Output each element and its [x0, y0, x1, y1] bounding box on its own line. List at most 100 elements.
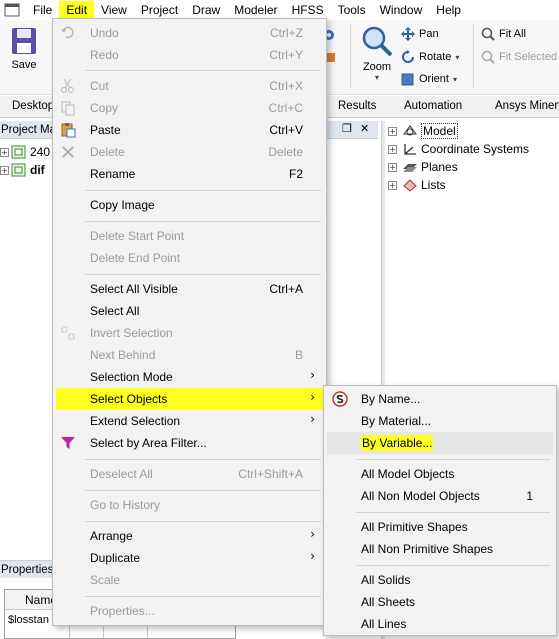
- select-objects-submenu: By Name... By Material... By Variable...…: [323, 385, 557, 636]
- expand-icon[interactable]: +: [388, 162, 397, 172]
- expand-icon[interactable]: +: [0, 165, 9, 175]
- menu-view[interactable]: View: [94, 1, 134, 19]
- tab-desktop[interactable]: Desktop: [12, 100, 54, 112]
- copy-icon: [61, 101, 75, 116]
- expand-icon[interactable]: +: [388, 126, 397, 136]
- menu-item-shortcut: Ctrl+Z: [270, 26, 303, 40]
- menu-item-select-all[interactable]: Select All: [56, 300, 323, 322]
- menu-item-select-all-visible[interactable]: Select All Visible Ctrl+A: [56, 278, 323, 300]
- model-tree-item-coordinate-systems[interactable]: + Coordinate Systems: [388, 140, 529, 158]
- menu-item-shortcut: Delete: [268, 145, 303, 159]
- menu-item-delete-end-point[interactable]: Delete End Point: [56, 247, 323, 269]
- menu-separator: [85, 221, 321, 222]
- rotate-button[interactable]: Rotate ▾: [401, 50, 459, 64]
- menu-item-go-to-history[interactable]: Go to History: [56, 494, 323, 516]
- fit-all-button[interactable]: Fit All: [481, 27, 526, 41]
- menu-item-undo[interactable]: Undo Ctrl+Z: [56, 22, 323, 44]
- app-system-icon[interactable]: [4, 3, 20, 17]
- zoom-button[interactable]: Zoom ▾: [358, 24, 396, 82]
- menu-item-delete-start-point[interactable]: Delete Start Point: [56, 225, 323, 247]
- save-button[interactable]: Save: [6, 26, 42, 71]
- tab-results[interactable]: Results: [338, 100, 376, 112]
- submenu-item-label: All Primitive Shapes: [361, 520, 468, 534]
- submenu-item-by-material[interactable]: By Material...: [327, 410, 553, 432]
- project-manager-title: Project Ma: [0, 121, 56, 139]
- menu-item-shortcut: Ctrl+Y: [269, 48, 303, 62]
- submenu-item-all-primitive-shapes[interactable]: All Primitive Shapes: [327, 516, 553, 538]
- menu-modeler[interactable]: Modeler: [227, 1, 284, 19]
- menu-item-redo[interactable]: Redo Ctrl+Y: [56, 44, 323, 66]
- model-tree-label: Model: [421, 123, 458, 139]
- menu-item-cut[interactable]: Cut Ctrl+X: [56, 75, 323, 97]
- properties-panel-title: Properties: [0, 560, 56, 578]
- menu-item-label: Select All Visible: [90, 282, 178, 296]
- menu-separator: [85, 459, 321, 460]
- submenu-item-all-sheets[interactable]: All Sheets: [327, 591, 553, 613]
- menu-item-select-by-area-filter[interactable]: Select by Area Filter...: [56, 432, 323, 454]
- model-tree-item-planes[interactable]: + Planes: [388, 158, 458, 176]
- submenu-item-by-variable[interactable]: By Variable...: [327, 432, 553, 454]
- expand-icon[interactable]: +: [0, 147, 9, 157]
- menu-item-copy-image[interactable]: Copy Image: [56, 194, 323, 216]
- magnifier-icon: [362, 26, 393, 57]
- menu-item-properties[interactable]: Properties...: [56, 600, 323, 622]
- tab-automation[interactable]: Automation: [404, 100, 462, 112]
- expand-icon[interactable]: +: [388, 144, 397, 154]
- menu-item-label: Scale: [90, 573, 121, 587]
- submenu-item-by-name[interactable]: By Name...: [327, 388, 553, 410]
- project-tree-item[interactable]: + dif: [0, 161, 45, 179]
- menu-separator: [356, 459, 550, 460]
- menu-item-delete[interactable]: Delete Delete: [56, 141, 323, 163]
- menu-item-duplicate[interactable]: Duplicate ›: [56, 547, 323, 569]
- menu-hfss[interactable]: HFSS: [285, 1, 331, 19]
- project-tree-item[interactable]: + 240: [0, 143, 50, 161]
- submenu-item-label: By Variable...: [361, 435, 434, 451]
- menu-item-selection-mode[interactable]: Selection Mode ›: [56, 366, 323, 388]
- pin-icon[interactable]: ❐: [342, 122, 352, 135]
- property-name-cell[interactable]: $losstan: [8, 614, 49, 626]
- menu-tools[interactable]: Tools: [331, 1, 373, 19]
- menu-edit[interactable]: Edit: [59, 1, 95, 19]
- menu-item-deselect-all[interactable]: Deselect All Ctrl+Shift+A: [56, 463, 323, 485]
- menu-item-next-behind[interactable]: Next Behind B: [56, 344, 323, 366]
- model-tree-label: Coordinate Systems: [421, 142, 530, 156]
- submenu-item-all-non-model-objects[interactable]: All Non Model Objects 1: [327, 485, 553, 507]
- edit-menu-dropdown: Undo Ctrl+Z Redo Ctrl+Y Cut Ctrl+X Copy …: [52, 18, 327, 626]
- fit-all-label: Fit All: [499, 28, 526, 40]
- fit-selected-icon: [481, 50, 495, 64]
- menu-item-paste[interactable]: Paste Ctrl+V: [56, 119, 323, 141]
- menu-item-invert-selection[interactable]: Invert Selection: [56, 322, 323, 344]
- menu-item-rename[interactable]: Rename F2: [56, 163, 323, 185]
- menu-item-arrange[interactable]: Arrange ›: [56, 525, 323, 547]
- ribbon-separator-2: [473, 24, 474, 88]
- submenu-item-all-model-objects[interactable]: All Model Objects: [327, 463, 553, 485]
- menu-item-scale[interactable]: Scale: [56, 569, 323, 591]
- menu-item-label: Arrange: [90, 529, 133, 543]
- menu-help[interactable]: Help: [429, 1, 468, 19]
- pan-button[interactable]: Pan: [401, 27, 439, 41]
- submenu-item-all-lines[interactable]: All Lines: [327, 613, 553, 635]
- menu-item-shortcut: F2: [288, 167, 303, 181]
- expand-icon[interactable]: +: [388, 180, 397, 190]
- model-tree-item-lists[interactable]: + Lists: [388, 176, 446, 194]
- menu-project[interactable]: Project: [134, 1, 185, 19]
- submenu-item-all-non-primitive-shapes[interactable]: All Non Primitive Shapes: [327, 538, 553, 560]
- menu-window[interactable]: Window: [373, 1, 430, 19]
- menu-item-label: Rename: [90, 167, 136, 181]
- menu-item-label: Undo: [90, 26, 119, 40]
- project-icon: [11, 145, 26, 159]
- menu-separator: [85, 70, 321, 71]
- submenu-item-all-solids[interactable]: All Solids: [327, 569, 553, 591]
- menu-draw[interactable]: Draw: [185, 1, 227, 19]
- menu-separator: [356, 565, 550, 566]
- menu-file[interactable]: File: [26, 1, 59, 19]
- submenu-arrow-icon: ›: [310, 368, 315, 382]
- fit-selected-button[interactable]: Fit Selected: [481, 50, 557, 64]
- menu-item-extend-selection[interactable]: Extend Selection ›: [56, 410, 323, 432]
- tab-ansys-minerva[interactable]: Ansys Minerva: [495, 100, 559, 112]
- orient-button[interactable]: Orient ▾: [401, 72, 457, 86]
- close-icon[interactable]: ✕: [360, 122, 369, 135]
- model-tree-item-model[interactable]: + Model: [388, 122, 458, 140]
- menu-item-select-objects[interactable]: Select Objects ›: [56, 388, 323, 410]
- menu-item-copy[interactable]: Copy Ctrl+C: [56, 97, 323, 119]
